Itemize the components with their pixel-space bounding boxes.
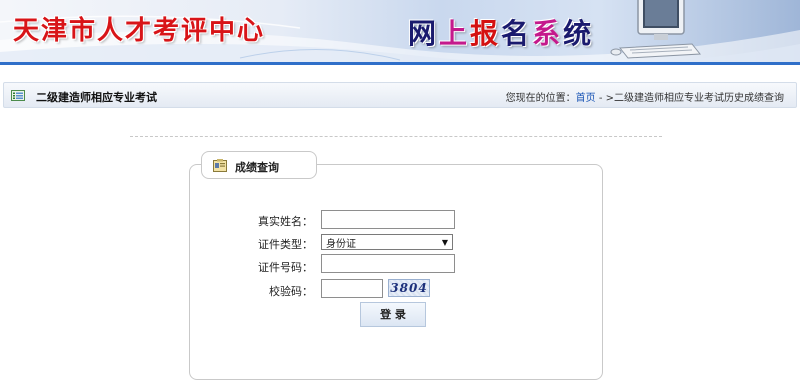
id-type-label: 证件类型： xyxy=(258,238,313,251)
id-type-selected-value: 身份证 xyxy=(326,238,356,250)
system-title-char: 上 xyxy=(439,17,471,50)
org-name: 天津市人才考评中心 xyxy=(13,16,266,46)
computer-icon xyxy=(610,0,701,59)
system-title-char: 网 xyxy=(408,17,440,50)
breadcrumb-trail: - >二级建造师相应专业考试历史成绩查询 xyxy=(595,93,784,104)
panel-title: 成绩查询 xyxy=(235,161,279,174)
captcha-label: 校验码： xyxy=(269,285,313,298)
id-type-select[interactable]: 身份证 ▼ xyxy=(321,234,453,250)
system-title: 网上报名系统 xyxy=(408,12,594,52)
real-name-input[interactable] xyxy=(321,210,455,229)
dropdown-arrow-icon: ▼ xyxy=(441,237,448,247)
id-number-label: 证件号码： xyxy=(258,261,313,274)
dashed-divider xyxy=(130,136,662,137)
captcha-input[interactable] xyxy=(321,279,383,298)
breadcrumb: 您现在的位置：首页 - >二级建造师相应专业考试历史成绩查询 xyxy=(506,89,784,104)
page-title: 二级建造师相应专业考试 xyxy=(36,91,157,104)
login-button[interactable]: 登 录 xyxy=(360,302,426,327)
panel-tab: 成绩查询 xyxy=(201,151,317,179)
breadcrumb-home-link[interactable]: 首页 xyxy=(576,93,596,104)
captcha-image[interactable]: 3804 xyxy=(388,279,430,297)
breadcrumb-prefix: 您现在的位置： xyxy=(505,93,576,104)
id-number-input[interactable] xyxy=(321,254,455,273)
system-title-char: 报 xyxy=(470,17,502,50)
banner-divider xyxy=(0,62,800,65)
form-icon xyxy=(213,159,227,172)
name-label: 真实姓名： xyxy=(258,215,313,228)
system-title-char: 系 xyxy=(532,17,564,50)
list-icon xyxy=(11,90,25,101)
system-title-char: 名 xyxy=(501,17,533,50)
system-title-char: 统 xyxy=(563,17,595,50)
header-banner: 天津市人才考评中心 网上报名系统 xyxy=(0,0,800,62)
location-bar: 二级建造师相应专业考试 您现在的位置：首页 - >二级建造师相应专业考试历史成绩… xyxy=(3,82,797,108)
